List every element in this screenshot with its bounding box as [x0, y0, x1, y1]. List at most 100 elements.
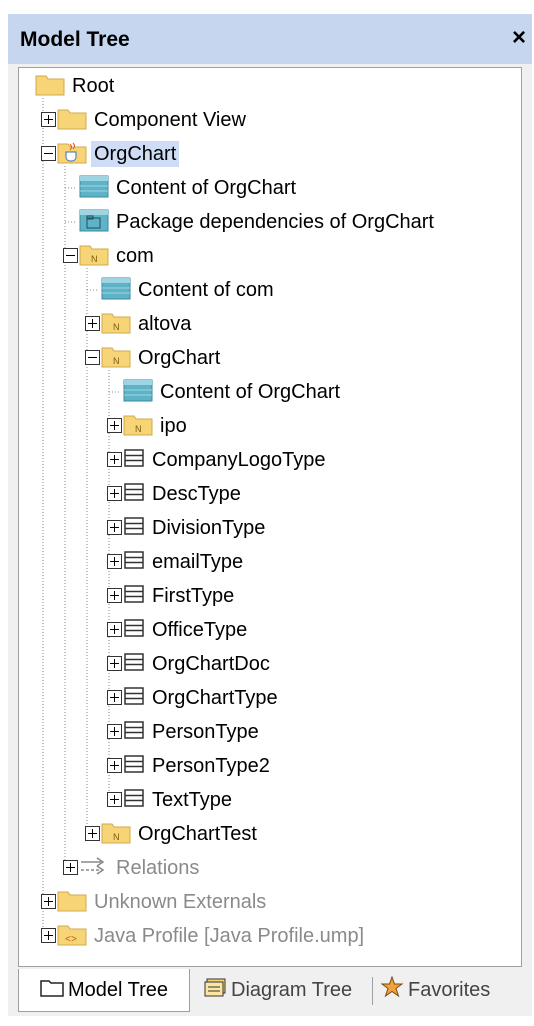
class-icon: [123, 583, 145, 610]
expand-icon[interactable]: [107, 758, 122, 773]
profile-icon: <>: [57, 922, 87, 951]
tab-label: Diagram Tree: [231, 978, 353, 1001]
diagram-icon: [123, 378, 153, 407]
tree-item-label: Unknown Externals: [94, 891, 267, 913]
folder-icon: [35, 72, 65, 101]
folder-icon: [57, 888, 87, 917]
tree-item[interactable]: Ncom: [79, 241, 157, 271]
tree-item-label: OrgChartType: [152, 687, 278, 709]
class-icon: [123, 549, 145, 576]
namespace-folder-icon: N: [101, 820, 131, 849]
expand-icon[interactable]: [107, 452, 122, 467]
tab-model-tree[interactable]: Model Tree: [18, 969, 190, 1012]
expand-icon[interactable]: [107, 724, 122, 739]
expand-icon[interactable]: [107, 656, 122, 671]
tree-item[interactable]: Relations: [79, 853, 202, 883]
tree-item[interactable]: Nipo: [123, 411, 190, 441]
tree-item[interactable]: OrgChartType: [123, 683, 281, 713]
class-icon: [123, 617, 145, 644]
tree-item[interactable]: FirstType: [123, 581, 237, 611]
expand-icon[interactable]: [41, 894, 56, 909]
class-icon: [123, 651, 145, 678]
namespace-folder-icon: N: [79, 242, 109, 271]
tree-item[interactable]: DescType: [123, 479, 244, 509]
model-tree-panel: Model Tree × Root Component View OrgChart C…: [8, 14, 532, 1016]
tree-item[interactable]: TextType: [123, 785, 235, 815]
tree-item-label: Root: [72, 75, 115, 97]
tree-item[interactable]: Root: [35, 71, 117, 101]
collapse-icon[interactable]: [41, 146, 56, 161]
class-icon: [123, 481, 145, 508]
tab-label: Model Tree: [67, 978, 169, 1001]
tree-item-label: Relations: [116, 857, 200, 879]
tab-separator: [372, 977, 373, 1005]
tree-item-label: OrgChartTest: [138, 823, 257, 845]
namespace-folder-icon: N: [101, 310, 131, 339]
tree-item-label: Content of OrgChart: [160, 381, 341, 403]
expand-icon[interactable]: [107, 418, 122, 433]
tree-item-label: OrgChart: [91, 141, 180, 167]
tree-item-label: OrgChart: [138, 347, 221, 369]
close-icon[interactable]: ×: [512, 24, 526, 52]
svg-text:N: N: [113, 322, 120, 332]
expand-icon[interactable]: [63, 860, 78, 875]
expand-icon[interactable]: [41, 928, 56, 943]
expand-icon[interactable]: [107, 520, 122, 535]
tree-item[interactable]: N OrgChart: [101, 343, 223, 373]
expand-icon[interactable]: [107, 588, 122, 603]
tree-item[interactable]: emailType: [123, 547, 246, 577]
tree-item[interactable]: Naltova: [101, 309, 194, 339]
expand-icon[interactable]: [107, 690, 122, 705]
svg-text:<>: <>: [65, 935, 77, 946]
collapse-icon[interactable]: [63, 248, 78, 263]
tree-item[interactable]: Package dependencies of OrgChart: [79, 207, 437, 237]
favorites-star-icon: [380, 975, 404, 1004]
expand-icon[interactable]: [107, 792, 122, 807]
tree-item-label: OrgChartDoc: [152, 653, 270, 675]
tree-item-label: Java Profile [Java Profile.ump]: [94, 925, 365, 947]
tab-favorites[interactable]: Favorites: [380, 969, 530, 1011]
tree-item-label: ipo: [160, 415, 187, 437]
tree-item-label: Content of OrgChart: [116, 177, 297, 199]
tree-item-label: DivisionType: [152, 517, 266, 539]
folder-outline-icon: [40, 977, 64, 1003]
tree-item[interactable]: Content of OrgChart: [123, 377, 343, 407]
svg-text:N: N: [135, 424, 142, 434]
tree-item[interactable]: Component View: [57, 105, 249, 135]
tree-item[interactable]: OrgChartDoc: [123, 649, 273, 679]
collapse-icon[interactable]: [85, 350, 100, 365]
expand-icon[interactable]: [107, 554, 122, 569]
tree-item[interactable]: PersonType2: [123, 751, 273, 781]
tree-item-label: PersonType2: [152, 755, 270, 777]
namespace-folder-icon: N: [101, 344, 131, 373]
folder-icon: [57, 106, 87, 135]
tree-item[interactable]: N OrgChartTest: [101, 819, 260, 849]
relations-icon: [79, 854, 109, 883]
tree-item[interactable]: Content of OrgChart: [79, 173, 299, 203]
tree-item-label: DescType: [152, 483, 241, 505]
expand-icon[interactable]: [107, 486, 122, 501]
model-tree[interactable]: Root Component View OrgChart Content of Org…: [18, 67, 522, 967]
tree-item[interactable]: DivisionType: [123, 513, 268, 543]
tree-item[interactable]: PersonType: [123, 717, 262, 747]
class-icon: [123, 447, 145, 474]
tree-item-label: Content of com: [138, 279, 274, 301]
tree-item[interactable]: CompanyLogoType: [123, 445, 328, 475]
expand-icon[interactable]: [107, 622, 122, 637]
tree-item[interactable]: Unknown Externals: [57, 887, 269, 917]
tree-item-label: altova: [138, 313, 192, 335]
tree-item-label: emailType: [152, 551, 244, 573]
tree-item[interactable]: OrgChart: [57, 139, 180, 169]
tree-item[interactable]: <> Java Profile [Java Profile.ump]: [57, 921, 367, 951]
svg-text:N: N: [113, 832, 120, 842]
tree-item-label: CompanyLogoType: [152, 449, 326, 471]
tree-item[interactable]: Content of com: [101, 275, 277, 305]
tree-item-label: Package dependencies of OrgChart: [116, 211, 434, 233]
package-diagram-icon: [79, 208, 109, 237]
class-icon: [123, 787, 145, 814]
tree-item[interactable]: OfficeType: [123, 615, 250, 645]
tab-diagram-tree[interactable]: Diagram Tree: [203, 969, 373, 1011]
expand-icon[interactable]: [85, 826, 100, 841]
expand-icon[interactable]: [85, 316, 100, 331]
expand-icon[interactable]: [41, 112, 56, 127]
